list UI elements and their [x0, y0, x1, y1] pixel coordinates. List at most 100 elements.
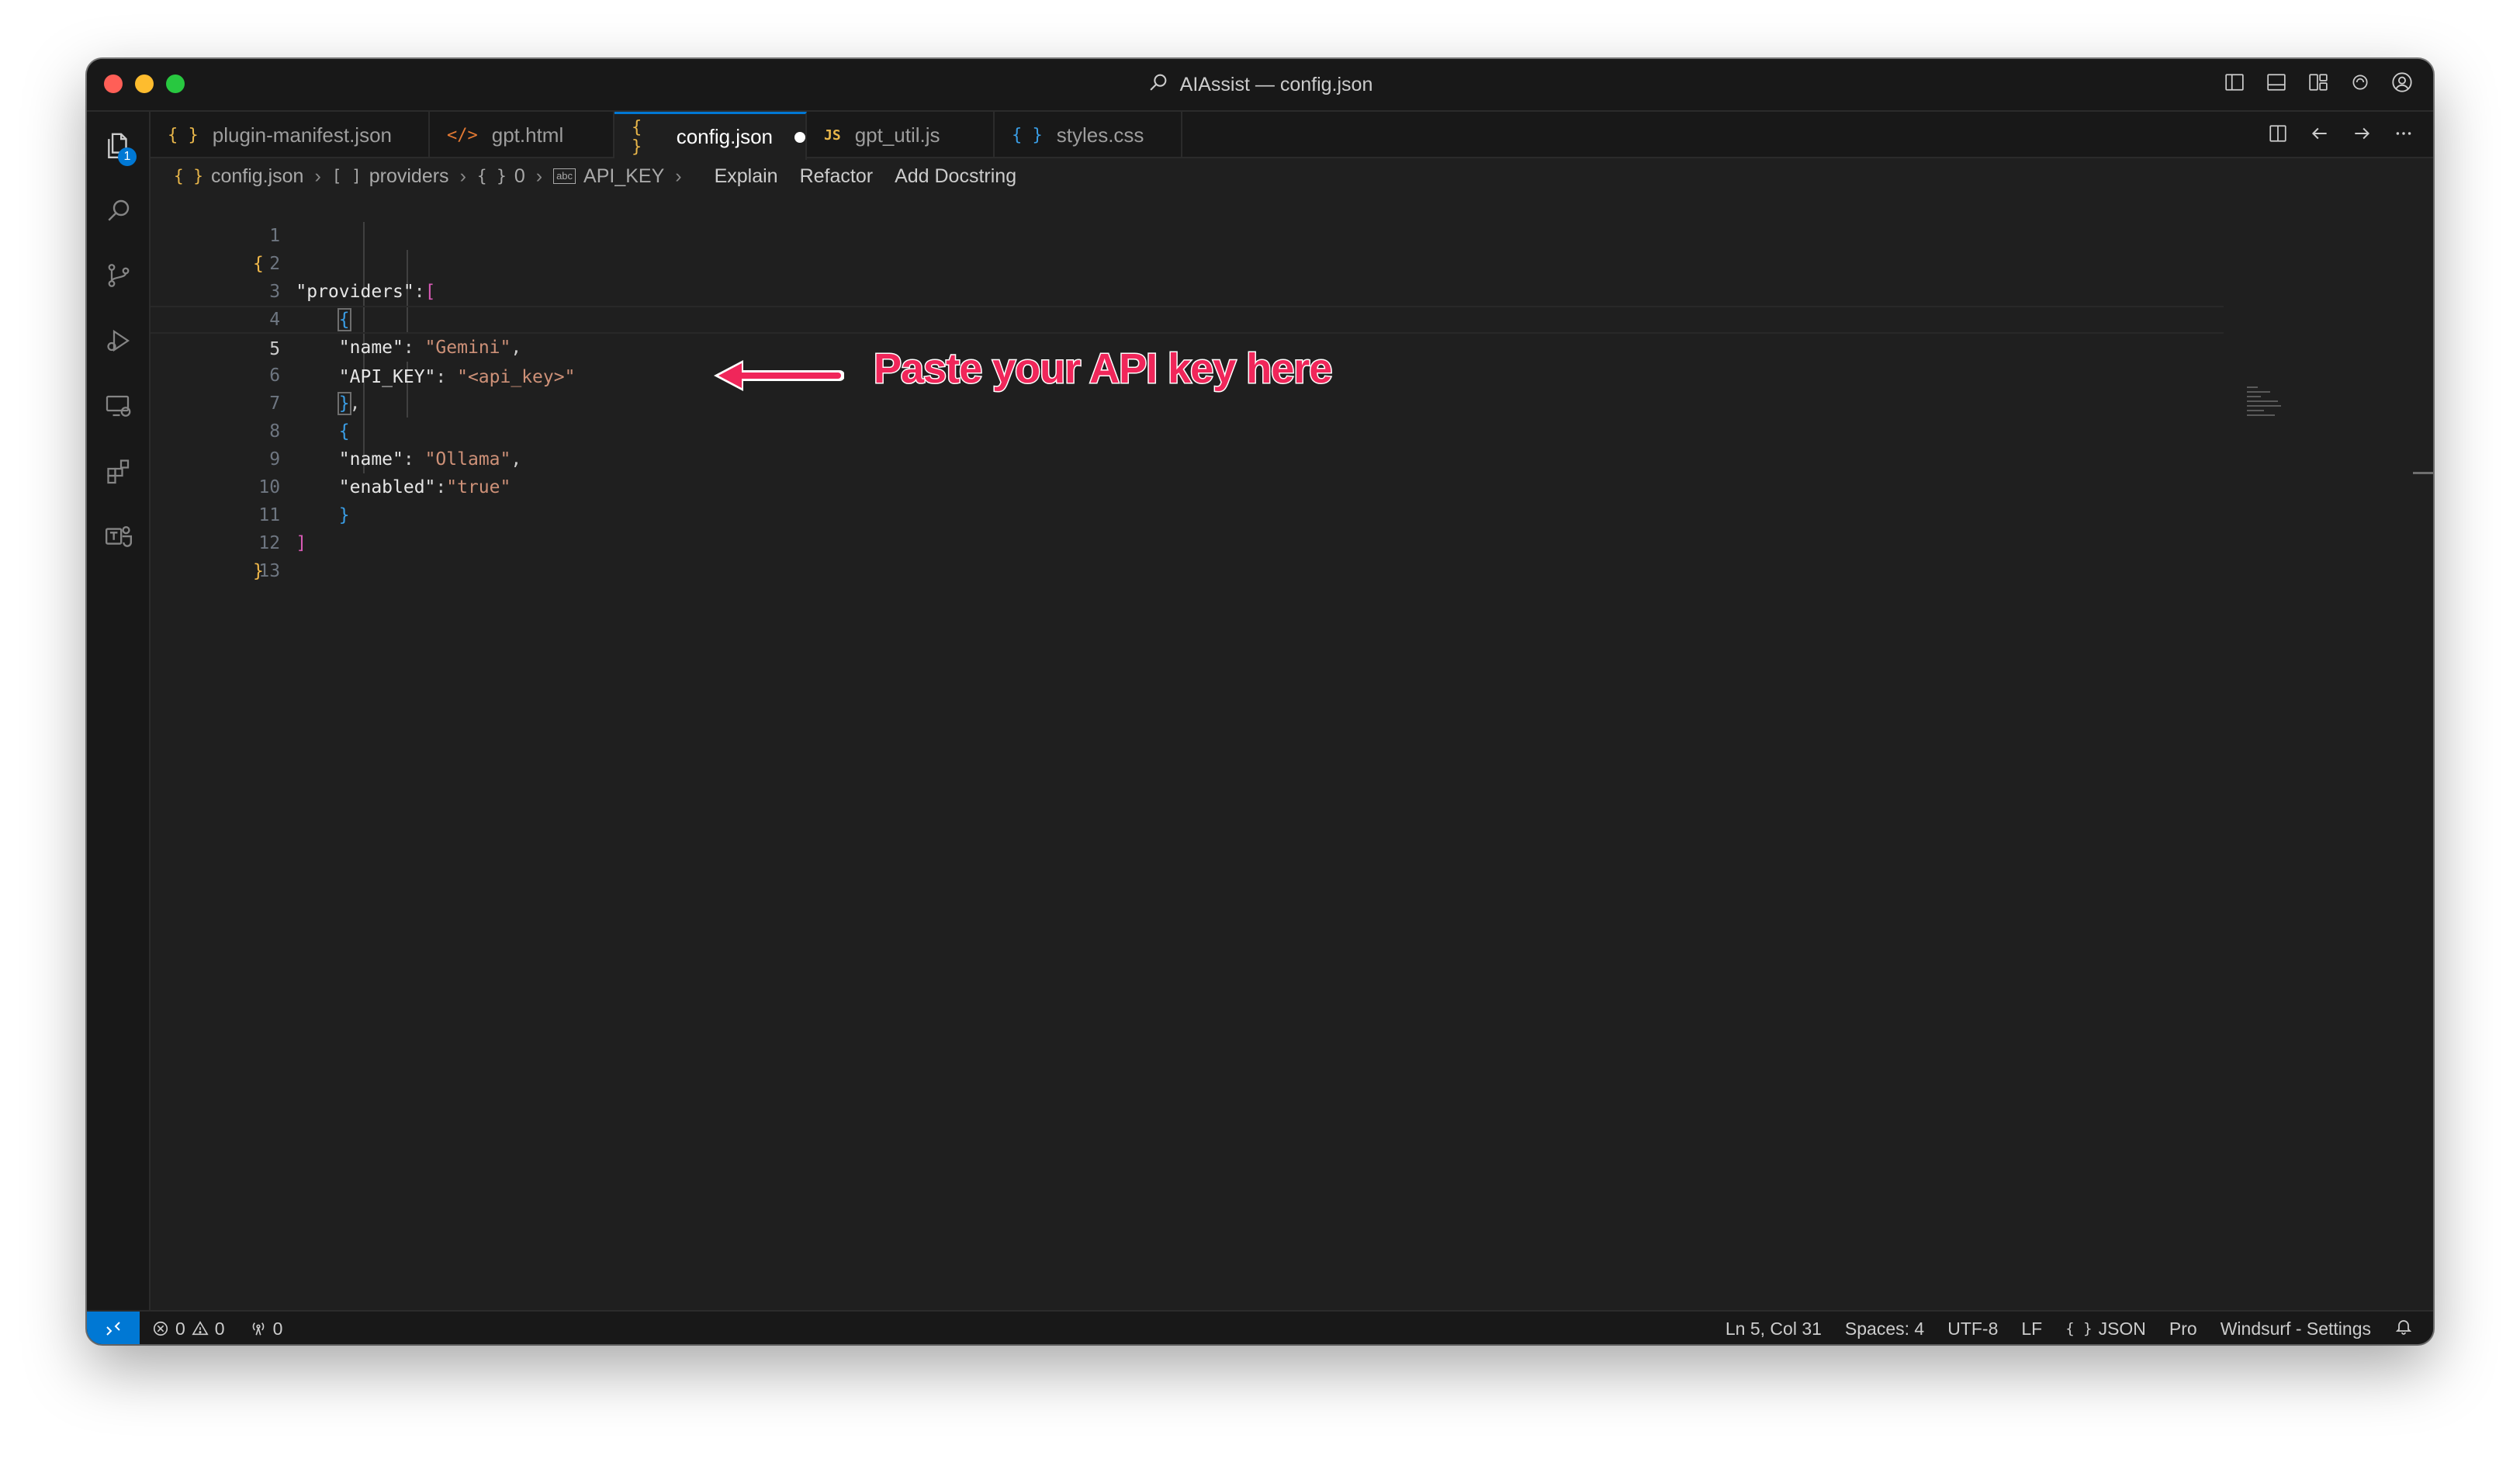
unsaved-changes-dot[interactable] — [794, 131, 805, 143]
tab-styles-css[interactable]: { } styles.css — [995, 112, 1182, 158]
tab-gpt-html[interactable]: </> gpt.html — [430, 112, 614, 158]
refactor-action[interactable]: Refactor — [800, 165, 873, 188]
breadcrumb: { } config.json › [ ] providers › { } 0 … — [151, 158, 2433, 194]
current-code-line: 5 "API_KEY": "<api_key>" — [151, 306, 2224, 387]
window-title: AIAssist — config.json — [1179, 74, 1373, 95]
cursor-position[interactable]: Ln 5, Col 31 — [1726, 1319, 1822, 1339]
tab-gpt-util-js[interactable]: JS gpt_util.js — [807, 112, 995, 158]
editor-window: AIAssist — config.json 1 {} plugin-mani… — [87, 59, 2433, 1344]
copilot-icon[interactable] — [2348, 70, 2373, 95]
chevron-right-icon: › — [459, 165, 466, 187]
activity-bar: 1 — [87, 112, 151, 1310]
split-editor-icon[interactable] — [2266, 121, 2290, 146]
search-icon — [108, 199, 130, 221]
explorer-button[interactable]: 1 — [87, 118, 151, 172]
customize-layout-icon[interactable] — [2306, 70, 2331, 95]
toggle-sidebar-icon[interactable] — [2222, 70, 2247, 95]
minimap[interactable] — [2247, 386, 2293, 425]
status-right-items: Ln 5, Col 31 Spaces: 4 UTF-8 LF { } JSON… — [1726, 1312, 2413, 1344]
teams-button[interactable] — [87, 509, 151, 563]
explorer-badge: 1 — [118, 147, 137, 166]
tab-plugin-manifest[interactable]: { } plugin-manifest.json — [151, 112, 430, 158]
account-icon[interactable] — [2390, 70, 2414, 95]
scrollbar-marker[interactable] — [2413, 472, 2433, 474]
object-icon: { } — [476, 167, 507, 185]
breadcrumb-file[interactable]: config.json — [211, 165, 304, 188]
array-icon: [ ] — [331, 167, 362, 185]
json-file-icon: { } — [174, 167, 203, 185]
encoding[interactable]: UTF-8 — [1947, 1319, 1998, 1339]
search-view-button[interactable] — [87, 183, 151, 237]
code-line: 9 "enabled":"true" — [151, 418, 2433, 497]
go-back-icon[interactable] — [2307, 121, 2332, 146]
tab-label: styles.css — [1056, 123, 1144, 147]
tab-label: gpt.html — [491, 123, 564, 147]
code-line: 11 ] — [151, 473, 2433, 553]
layout-controls — [2222, 70, 2414, 95]
braces-icon: { } — [2065, 1320, 2092, 1337]
warning-icon — [192, 1321, 209, 1336]
tab-config-json[interactable]: { } config.json — [614, 112, 807, 160]
css-file-icon: { } — [1012, 125, 1043, 145]
source-control-button[interactable] — [87, 248, 151, 303]
add-docstring-action[interactable]: Add Docstring — [895, 165, 1016, 188]
json-file-icon: { } — [168, 125, 199, 145]
status-bar: 0 0 0 Ln 5, Col 31 Spaces: 4 UTF-8 LF { … — [87, 1310, 2433, 1344]
chevron-right-icon: › — [314, 165, 321, 187]
json-file-icon: { } — [632, 117, 642, 157]
code-line: 12 } — [151, 501, 2433, 581]
end-of-line[interactable]: LF — [2021, 1319, 2042, 1339]
run-debug-icon — [107, 329, 130, 352]
html-file-icon: </> — [447, 125, 478, 145]
code-line: 4 "name": "Gemini", — [151, 278, 2433, 358]
broadcast-icon — [252, 1322, 264, 1336]
indentation[interactable]: Spaces: 4 — [1845, 1319, 1924, 1339]
more-actions-icon[interactable] — [2391, 121, 2416, 146]
remote-explorer-button[interactable] — [87, 379, 151, 433]
error-icon — [153, 1321, 168, 1336]
breadcrumb-key[interactable]: API_KEY — [583, 165, 664, 188]
tab-label: config.json — [676, 125, 774, 148]
chevron-right-icon: › — [535, 165, 543, 187]
plan-status[interactable]: Pro — [2169, 1319, 2197, 1339]
extensions-button[interactable] — [87, 444, 151, 498]
source-control-icon — [108, 264, 130, 287]
code-line: 13 — [151, 529, 2433, 581]
annotation-arrow-icon — [714, 360, 844, 391]
ports-count[interactable]: 0 — [250, 1319, 282, 1339]
line-number: 13 — [258, 561, 281, 581]
notifications-bell-icon[interactable] — [2394, 1317, 2413, 1340]
warnings-count: 0 — [192, 1319, 225, 1339]
remote-explorer-icon — [106, 395, 131, 417]
search-icon — [1148, 71, 1169, 99]
code-line: 8 "name": "Ollama", — [151, 390, 2433, 470]
string-key-icon: abc — [553, 168, 576, 184]
tab-bar: { } plugin-manifest.json </> gpt.html { … — [151, 112, 2433, 160]
explain-action[interactable]: Explain — [715, 165, 778, 188]
code-line: 1 { — [151, 194, 2433, 274]
breadcrumb-providers[interactable]: providers — [369, 165, 449, 188]
tab-label: gpt_util.js — [854, 123, 940, 147]
problems-status[interactable]: 0 0 0 — [152, 1312, 282, 1344]
errors-count: 0 — [152, 1319, 185, 1339]
code-line: 2 "providers":[ — [151, 222, 2433, 302]
tab-label: plugin-manifest.json — [212, 123, 392, 147]
teams-icon — [105, 525, 133, 547]
breadcrumb-index[interactable]: 0 — [514, 165, 525, 188]
extensions-icon — [107, 459, 130, 484]
chevron-right-icon: › — [675, 165, 682, 187]
code-line: 3 { — [151, 250, 2433, 331]
code-line: 10 } — [151, 445, 2433, 525]
remote-indicator-button[interactable] — [87, 1312, 140, 1344]
settings-status[interactable]: Windsurf - Settings — [2221, 1319, 2371, 1339]
annotation-label: Paste your API key here — [872, 345, 1333, 393]
remote-icon — [106, 1322, 120, 1336]
editor-actions — [2266, 121, 2416, 146]
toggle-panel-icon[interactable] — [2264, 70, 2289, 95]
js-file-icon: JS — [824, 126, 841, 144]
run-debug-button[interactable] — [87, 314, 151, 368]
language-mode[interactable]: { } JSON — [2065, 1319, 2146, 1339]
title-bar: AIAssist — config.json — [87, 59, 2433, 112]
command-center[interactable]: AIAssist — config.json — [87, 71, 2433, 99]
go-forward-icon[interactable] — [2349, 121, 2374, 146]
